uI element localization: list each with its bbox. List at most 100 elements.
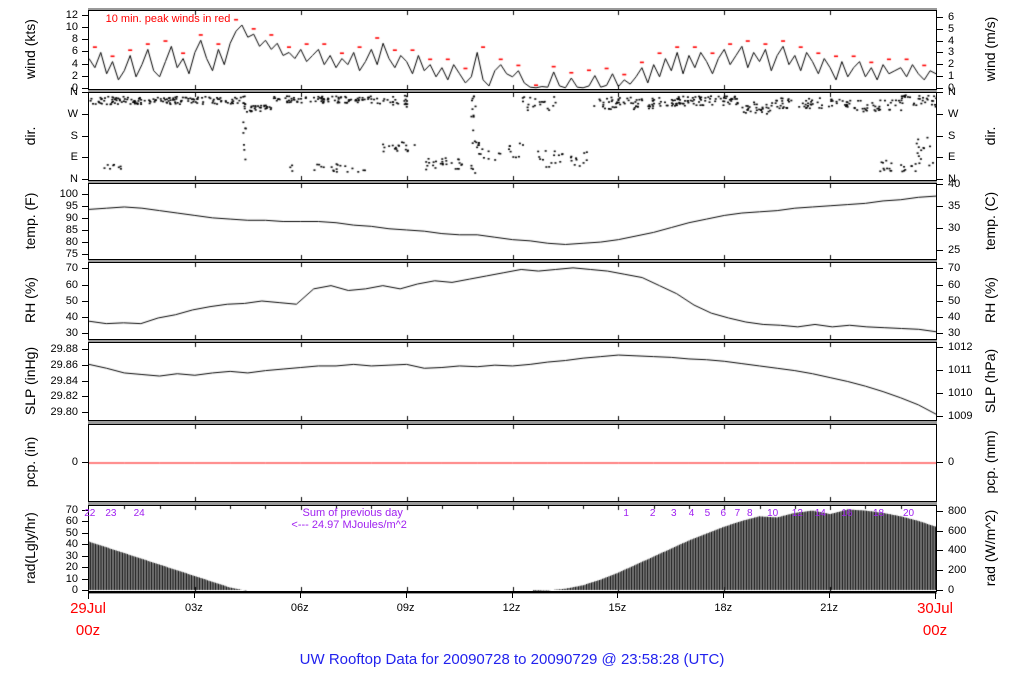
wind-ytick-right [937,40,943,42]
slp-yticklabel-left: 29.86 [50,358,78,371]
x-axis-tick-end [935,592,936,599]
rh-yticklabel-left: 30 [65,327,78,340]
wind-ytick-left [82,63,88,65]
temp-yticklabel-left: 90 [65,212,78,225]
dir-ytick-right [937,157,943,159]
x-axis-tick [193,592,195,598]
rad-annotation-0: Sum of previous day [302,507,403,519]
rad-ytick-right [937,550,943,552]
temp-yticklabel-left: 100 [59,187,78,200]
dir-yticklabel-right: S [948,129,956,142]
rh-ytick-right [937,284,943,286]
rh-yticklabel-right: 50 [948,294,961,307]
rad-yticklabel-right: 600 [948,524,967,537]
rh-ytick-right [937,316,943,318]
wind-ytick-right [937,64,943,66]
slp-ytick-left [82,380,88,382]
rad-ytick-left [82,567,88,569]
rh-ytick-right [937,268,943,270]
rad-hour-label: 12 [791,508,803,519]
rad-ytick-right [937,510,943,512]
chart-title: UW Rooftop Data for 20090728 to 20090729… [299,651,725,668]
x-axis-tick [723,592,725,598]
panel-rad [88,505,937,592]
slp-yticklabel-left: 29.84 [50,374,78,387]
temp-yticklabel-right: 35 [948,199,961,212]
temp-yticklabel-left: 80 [65,236,78,249]
rh-yticklabel-right: 70 [948,262,961,275]
rad-ytick-right [937,590,943,591]
wind-ytick-right [937,76,943,78]
pcp-axis-label-left: pcp. (in) [22,436,38,488]
temp-ytick-left [82,230,88,232]
rh-ytick-left [82,333,88,335]
wind-yticklabel-right: 6 [948,10,955,23]
x-axis-date-start: 29Jul [70,600,106,617]
rad-hour-label: 4 [688,508,695,519]
rad-ytick-left [82,590,88,591]
wind-ytick-right [937,16,943,18]
x-axis-tick [829,592,831,598]
wind-ytick-right [937,52,943,54]
dir-yticklabel-right: W [948,107,959,120]
rad-ytick-right [937,530,943,532]
rad-hour-label: 20 [902,508,915,519]
rad-hour-label: 5 [704,508,711,519]
wind-yticklabel-right: 1 [948,70,955,83]
rh-ytick-left [82,268,88,270]
rh-ytick-left [82,284,88,286]
rad-hour-label: 3 [671,508,677,519]
rad-yticklabel-left: 50 [65,526,78,539]
wind-ytick-left [82,51,88,53]
meteogram-page: 03z 06z 09z 12z 15z 18z 21z 29Jul 00z 30Jul 00z UW… [0,0,1024,700]
wind-yticklabel-right: 4 [948,34,955,47]
rad-hour-label: 22 [84,508,96,519]
rad-yticklabel-right: 800 [948,504,967,517]
dir-axis-label-right: dir. [982,126,998,145]
slp-yticklabel-right: 1010 [948,386,973,399]
rad-yticklabel-right: 400 [948,544,967,557]
temp-yticklabel-right: 30 [948,221,961,234]
rad-ytick-left [82,578,88,580]
temp-ytick-left [82,205,88,207]
slp-plot-canvas [89,343,936,420]
dir-ytick-left [82,157,88,159]
rh-yticklabel-right: 30 [948,327,961,340]
temp-ytick-left [82,254,88,256]
slp-yticklabel-right: 1009 [948,409,973,422]
temp-ytick-right [937,227,943,229]
rad-ytick-right [937,570,943,572]
x-axis-tick [405,592,407,598]
rad-hour-label: 16 [841,508,853,519]
x-axis-date-end: 30Jul [917,600,953,617]
slp-axis-label-right: SLP (hPa) [982,348,998,413]
rh-ytick-right [937,333,943,335]
slp-yticklabel-right: 1011 [948,363,972,376]
wind-yticklabel-left: 2 [71,69,78,82]
slp-yticklabel-left: 29.88 [50,343,78,356]
wind-yticklabel-right: 2 [948,58,955,71]
temp-axis-label-right: temp. (C) [982,191,998,250]
temp-ytick-left [82,193,88,195]
rad-yticklabel-left: 40 [65,538,78,551]
rad-hour-label: 8 [746,508,753,519]
wind-ytick-left [82,27,88,29]
wind-ytick-left [82,75,88,77]
rad-yticklabel-left: 10 [65,572,78,585]
rad-ytick-left [82,555,88,557]
wind-yticklabel-left: 8 [71,33,78,46]
wind-ytick-left [82,39,88,41]
x-axis-time-start: 00z [75,622,101,639]
temp-yticklabel-right: 25 [948,243,961,256]
rh-ytick-left [82,316,88,318]
rh-yticklabel-left: 40 [65,310,78,323]
pcp-plot-canvas [89,425,936,501]
temp-yticklabel-left: 85 [65,224,78,237]
panel-slp [88,342,937,421]
x-axis-ticklabel: 15z [608,602,627,614]
slp-yticklabel-left: 29.80 [50,405,78,418]
rad-yticklabel-right: 200 [948,564,967,577]
wind-yticklabel-left: 4 [71,57,78,70]
wind-ytick-right [937,28,943,30]
rad-hour-label: 10 [767,508,779,519]
